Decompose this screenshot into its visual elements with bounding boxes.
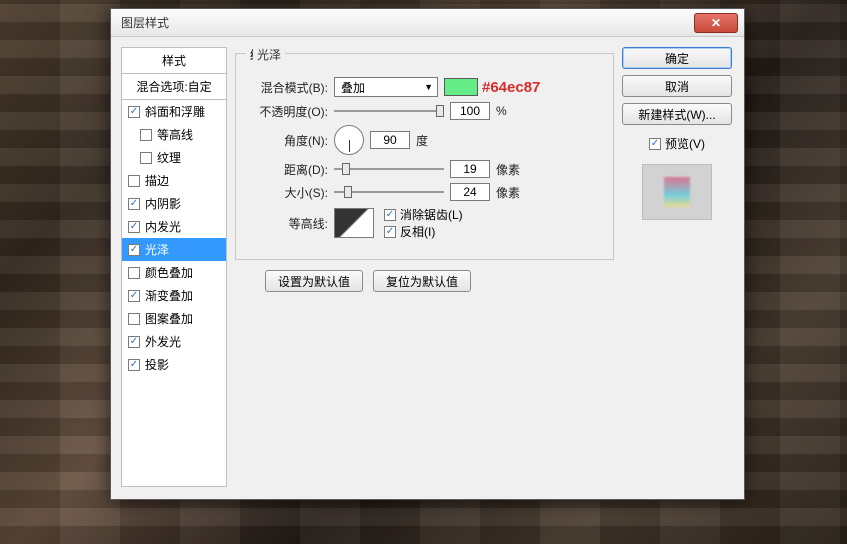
- angle-input[interactable]: 90: [370, 131, 410, 149]
- style-item-label: 渐变叠加: [145, 287, 193, 304]
- color-annotation: #64ec87: [482, 79, 540, 96]
- style-item-11[interactable]: 投影: [122, 353, 226, 376]
- preview-thumbnail: [642, 164, 712, 220]
- blend-mode-value: 叠加: [341, 79, 365, 96]
- style-item-label: 纹理: [157, 149, 181, 166]
- close-button[interactable]: ✕: [694, 13, 738, 33]
- styles-header[interactable]: 样式: [121, 47, 227, 73]
- checkbox-icon: [140, 152, 152, 164]
- checkbox-icon: [128, 336, 140, 348]
- size-slider[interactable]: [334, 183, 444, 201]
- style-item-10[interactable]: 外发光: [122, 330, 226, 353]
- cancel-button[interactable]: 取消: [622, 75, 732, 97]
- preview-checkbox[interactable]: 预览(V): [622, 135, 732, 152]
- close-icon: ✕: [711, 16, 721, 30]
- style-item-label: 等高线: [157, 126, 193, 143]
- size-row: 大小(S): 24 像素: [250, 183, 601, 201]
- color-swatch[interactable]: [444, 78, 478, 96]
- antialias-label: 消除锯齿(L): [400, 206, 463, 223]
- style-item-4[interactable]: 内阴影: [122, 192, 226, 215]
- style-item-label: 颜色叠加: [145, 264, 193, 281]
- panel-title: 光泽: [253, 46, 285, 63]
- style-item-label: 光泽: [145, 241, 169, 258]
- contour-label: 等高线:: [250, 215, 328, 232]
- style-item-label: 外发光: [145, 333, 181, 350]
- opacity-row: 不透明度(O): 100 %: [250, 102, 601, 120]
- checkbox-icon: [128, 106, 140, 118]
- checkbox-icon: [128, 175, 140, 187]
- style-item-label: 描边: [145, 172, 169, 189]
- style-item-7[interactable]: 颜色叠加: [122, 261, 226, 284]
- opacity-slider[interactable]: [334, 102, 444, 120]
- window-title: 图层样式: [121, 14, 694, 31]
- size-unit: 像素: [496, 184, 520, 201]
- style-item-label: 内阴影: [145, 195, 181, 212]
- style-item-1[interactable]: 等高线: [122, 123, 226, 146]
- checkbox-icon: [384, 209, 396, 221]
- checkbox-icon: [128, 221, 140, 233]
- angle-row: 角度(N): 90 度: [250, 125, 601, 155]
- checkbox-icon: [140, 129, 152, 141]
- style-item-8[interactable]: 渐变叠加: [122, 284, 226, 307]
- contour-row: 等高线: 消除锯齿(L) 反相(I): [250, 206, 601, 240]
- distance-input[interactable]: 19: [450, 160, 490, 178]
- invert-checkbox[interactable]: 反相(I): [384, 223, 463, 240]
- style-item-0[interactable]: 斜面和浮雕: [122, 100, 226, 123]
- angle-label: 角度(N):: [250, 132, 328, 149]
- style-item-label: 图案叠加: [145, 310, 193, 327]
- chevron-down-icon: ▼: [424, 82, 433, 92]
- checkbox-icon: [649, 138, 661, 150]
- preview-label: 预览(V): [665, 135, 705, 152]
- ok-button[interactable]: 确定: [622, 47, 732, 69]
- checkbox-icon: [128, 267, 140, 279]
- style-list: 斜面和浮雕等高线纹理描边内阴影内发光光泽颜色叠加渐变叠加图案叠加外发光投影: [121, 99, 227, 487]
- distance-label: 距离(D):: [250, 161, 328, 178]
- settings-column: 光泽 结构 混合模式(B): 叠加 ▼ #64ec87 不透明度(O): 100: [235, 47, 614, 487]
- size-input[interactable]: 24: [450, 183, 490, 201]
- blend-mode-label: 混合模式(B):: [250, 79, 328, 96]
- checkbox-icon: [128, 290, 140, 302]
- dialog-body: 样式 混合选项:自定 斜面和浮雕等高线纹理描边内阴影内发光光泽颜色叠加渐变叠加图…: [111, 37, 744, 499]
- checkbox-icon: [128, 313, 140, 325]
- distance-row: 距离(D): 19 像素: [250, 160, 601, 178]
- distance-slider[interactable]: [334, 160, 444, 178]
- structure-group: 结构 混合模式(B): 叠加 ▼ #64ec87 不透明度(O): 100 %: [235, 53, 614, 260]
- layer-style-dialog: 图层样式 ✕ 样式 混合选项:自定 斜面和浮雕等高线纹理描边内阴影内发光光泽颜色…: [110, 8, 745, 500]
- contour-picker[interactable]: [334, 208, 374, 238]
- default-buttons: 设置为默认值 复位为默认值: [265, 270, 614, 292]
- make-default-button[interactable]: 设置为默认值: [265, 270, 363, 292]
- checkbox-icon: [128, 198, 140, 210]
- angle-unit: 度: [416, 132, 428, 149]
- style-item-label: 斜面和浮雕: [145, 103, 205, 120]
- style-item-label: 内发光: [145, 218, 181, 235]
- styles-column: 样式 混合选项:自定 斜面和浮雕等高线纹理描边内阴影内发光光泽颜色叠加渐变叠加图…: [121, 47, 227, 487]
- opacity-input[interactable]: 100: [450, 102, 490, 120]
- antialias-checkbox[interactable]: 消除锯齿(L): [384, 206, 463, 223]
- style-item-3[interactable]: 描边: [122, 169, 226, 192]
- checkbox-icon: [128, 244, 140, 256]
- style-item-9[interactable]: 图案叠加: [122, 307, 226, 330]
- new-style-button[interactable]: 新建样式(W)...: [622, 103, 732, 125]
- reset-default-button[interactable]: 复位为默认值: [373, 270, 471, 292]
- opacity-unit: %: [496, 104, 507, 118]
- titlebar[interactable]: 图层样式 ✕: [111, 9, 744, 37]
- style-item-2[interactable]: 纹理: [122, 146, 226, 169]
- action-column: 确定 取消 新建样式(W)... 预览(V): [622, 47, 732, 487]
- blend-mode-row: 混合模式(B): 叠加 ▼ #64ec87: [250, 77, 601, 97]
- checkbox-icon: [384, 226, 396, 238]
- distance-unit: 像素: [496, 161, 520, 178]
- contour-opts: 消除锯齿(L) 反相(I): [384, 206, 463, 240]
- style-item-label: 投影: [145, 356, 169, 373]
- angle-dial[interactable]: [334, 125, 364, 155]
- blend-options-header[interactable]: 混合选项:自定: [121, 73, 227, 99]
- blend-mode-select[interactable]: 叠加 ▼: [334, 77, 438, 97]
- checkbox-icon: [128, 359, 140, 371]
- size-label: 大小(S):: [250, 184, 328, 201]
- style-item-6[interactable]: 光泽: [122, 238, 226, 261]
- opacity-label: 不透明度(O):: [250, 103, 328, 120]
- invert-label: 反相(I): [400, 223, 435, 240]
- style-item-5[interactable]: 内发光: [122, 215, 226, 238]
